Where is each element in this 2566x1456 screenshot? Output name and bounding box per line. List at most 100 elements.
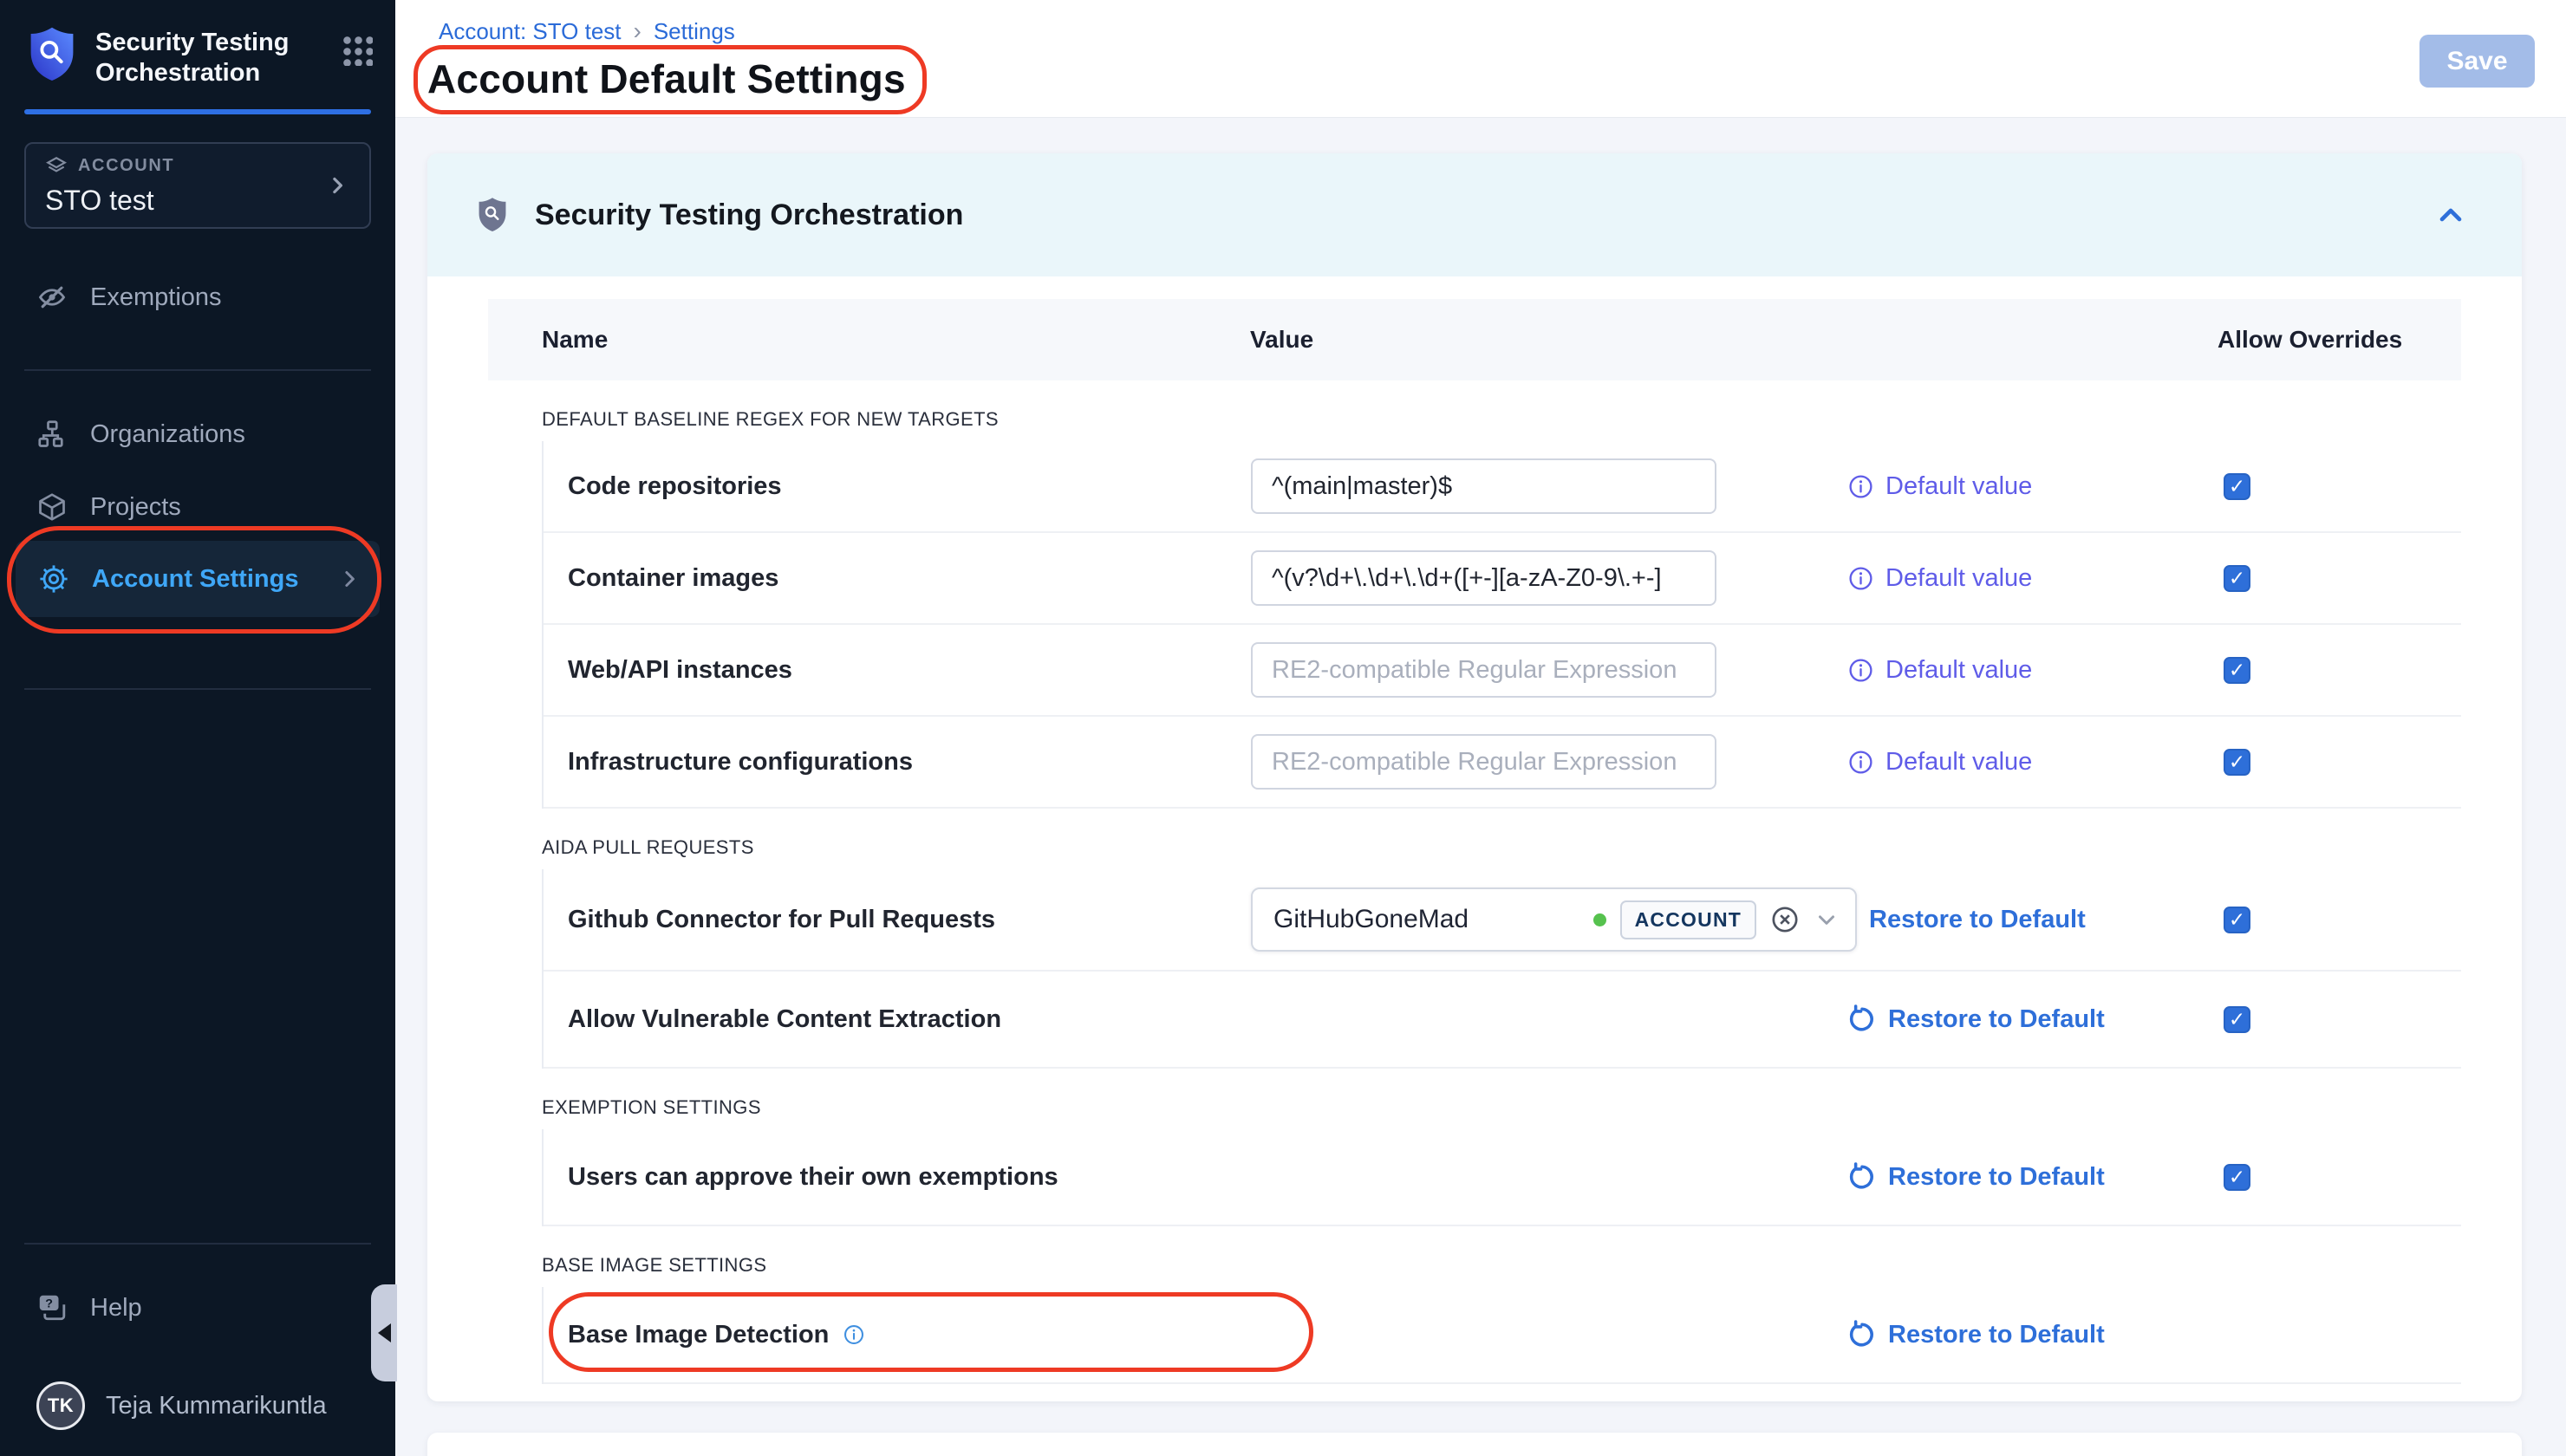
sidebar-item-account-settings[interactable]: Account Settings (16, 541, 380, 617)
default-value-label: Default value (1885, 748, 2032, 777)
restore-label: Restore to Default (1888, 1005, 2105, 1034)
app-title: Security Testing Orchestration (95, 26, 303, 88)
column-allow-overrides: Allow Overrides (2218, 326, 2461, 354)
restore-label: Restore to Default (1888, 1321, 2105, 1349)
default-value-hint: Default value (1847, 472, 2224, 501)
info-icon[interactable] (1847, 749, 1874, 776)
sidebar-divider (24, 688, 371, 690)
setting-name: Users can approve their own exemptions (568, 1163, 1251, 1192)
nav-accent-divider (24, 109, 371, 114)
restore-label: Restore to Default (1888, 1163, 2105, 1192)
gear-icon (38, 563, 69, 595)
setting-name: Code repositories (568, 472, 1251, 501)
setting-name: Github Connector for Pull Requests (568, 906, 1251, 934)
sidebar-bottom: ? Help TK Teja Kummarikuntla (0, 1243, 395, 1456)
default-value-hint: Default value (1847, 564, 2224, 593)
table-row: Web/API instances Default value (544, 625, 2461, 717)
sidebar-collapse-handle[interactable] (371, 1284, 397, 1381)
panel-title: Security Testing Orchestration (535, 198, 963, 232)
connector-name: GitHubGoneMad (1273, 905, 1579, 934)
help-label: Help (90, 1294, 142, 1323)
section-label: EXEMPTION SETTINGS (542, 1096, 2461, 1119)
connector-scope-tag: ACCOUNT (1620, 900, 1756, 939)
collapse-left-icon (378, 1323, 391, 1342)
regex-input-web-api[interactable] (1251, 642, 1716, 698)
sidebar-item-exemptions[interactable]: Exemptions (0, 269, 395, 326)
page-header: Account: STO test › Settings Account Def… (395, 0, 2566, 118)
organizations-icon (36, 419, 68, 450)
table-row: Container images Default value (544, 533, 2461, 625)
info-icon[interactable] (1847, 565, 1874, 592)
restore-to-default-link[interactable]: Restore to Default (1847, 1004, 2224, 1034)
regex-input-code-repositories[interactable] (1251, 458, 1716, 514)
table-row: Github Connector for Pull Requests GitHu… (544, 869, 2461, 972)
regex-input-infrastructure[interactable] (1251, 734, 1716, 790)
setting-name: Container images (568, 564, 1251, 593)
sidebar-item-label: Account Settings (92, 565, 298, 594)
sidebar-item-help[interactable]: ? Help (0, 1279, 395, 1336)
allow-overrides-checkbox[interactable] (2224, 473, 2250, 500)
info-icon[interactable] (1847, 657, 1874, 684)
default-value-hint: Default value (1847, 748, 2224, 777)
info-icon[interactable] (1847, 473, 1874, 500)
github-connector-select[interactable]: GitHubGoneMad ACCOUNT (1251, 887, 1857, 952)
breadcrumb-settings-link[interactable]: Settings (654, 18, 735, 45)
breadcrumb-account-link[interactable]: Account: STO test (439, 18, 622, 45)
chevron-up-icon[interactable] (2433, 198, 2468, 232)
clear-x-circle-icon[interactable] (1770, 905, 1800, 934)
section-rows: Github Connector for Pull Requests GitHu… (542, 869, 2461, 1069)
section-rows: Users can approve their own exemptions R… (542, 1129, 2461, 1226)
allow-overrides-checkbox[interactable] (2224, 1164, 2250, 1191)
projects-cube-icon (36, 491, 68, 523)
account-scope-label: ACCOUNT (78, 156, 174, 176)
table-row: Infrastructure configurations Default va… (544, 717, 2461, 809)
sidebar-item-label: Organizations (90, 420, 245, 449)
module-grid-icon[interactable] (342, 35, 373, 66)
svg-text:?: ? (45, 1297, 53, 1310)
app-logo-row: Security Testing Orchestration (0, 0, 395, 88)
restore-icon (1847, 1320, 1877, 1349)
sto-settings-card: Security Testing Orchestration Name Valu… (427, 153, 2522, 1401)
section-rows: Code repositories Default value Containe… (542, 441, 2461, 809)
chevron-right-icon (336, 566, 362, 592)
account-name: STO test (45, 185, 174, 217)
default-value-hint: Default value (1847, 656, 2224, 685)
layers-icon (45, 155, 68, 178)
page-title: Account Default Settings (427, 55, 906, 102)
sidebar: Security Testing Orchestration ACCOUNT S… (0, 0, 395, 1456)
chevron-down-icon[interactable] (1814, 907, 1840, 933)
user-menu[interactable]: TK Teja Kummarikuntla (0, 1381, 395, 1430)
info-icon[interactable] (843, 1323, 865, 1346)
restore-to-default-link[interactable]: Restore to Default (1847, 1320, 2224, 1349)
restore-icon (1847, 1004, 1877, 1034)
regex-input-container-images[interactable] (1251, 550, 1716, 606)
help-chat-icon: ? (36, 1292, 68, 1323)
restore-to-default-link[interactable]: Restore to Default (1828, 905, 2224, 934)
allow-overrides-checkbox[interactable] (2224, 565, 2250, 592)
table-row: Users can approve their own exemptions R… (544, 1129, 2461, 1226)
setting-name-label: Base Image Detection (568, 1321, 829, 1349)
sidebar-item-label: Exemptions (90, 283, 222, 312)
sidebar-nav: Exemptions Organizations Projects (0, 269, 395, 690)
section-label: AIDA PULL REQUESTS (542, 836, 2461, 859)
breadcrumb-separator: › (634, 17, 642, 45)
save-button[interactable]: Save (2419, 35, 2535, 88)
default-value-label: Default value (1885, 472, 2032, 501)
allow-overrides-checkbox[interactable] (2224, 749, 2250, 776)
default-value-label: Default value (1885, 656, 2032, 685)
allow-overrides-checkbox[interactable] (2224, 907, 2250, 933)
account-scope-selector[interactable]: ACCOUNT STO test (24, 142, 371, 229)
chevron-right-icon (324, 172, 350, 198)
user-name: Teja Kummarikuntla (106, 1392, 327, 1420)
table-row: Allow Vulnerable Content Extraction Rest… (544, 972, 2461, 1069)
restore-label: Restore to Default (1869, 906, 2086, 934)
sto-card-header[interactable]: Security Testing Orchestration (427, 153, 2522, 276)
sidebar-item-organizations[interactable]: Organizations (0, 406, 395, 463)
allow-overrides-checkbox[interactable] (2224, 657, 2250, 684)
restore-to-default-link[interactable]: Restore to Default (1847, 1162, 2224, 1192)
connector-status-dot (1593, 913, 1606, 926)
table-row: Code repositories Default value (544, 441, 2461, 533)
allow-overrides-checkbox[interactable] (2224, 1006, 2250, 1033)
sidebar-item-label: Projects (90, 493, 181, 522)
sidebar-item-projects[interactable]: Projects (0, 478, 395, 536)
